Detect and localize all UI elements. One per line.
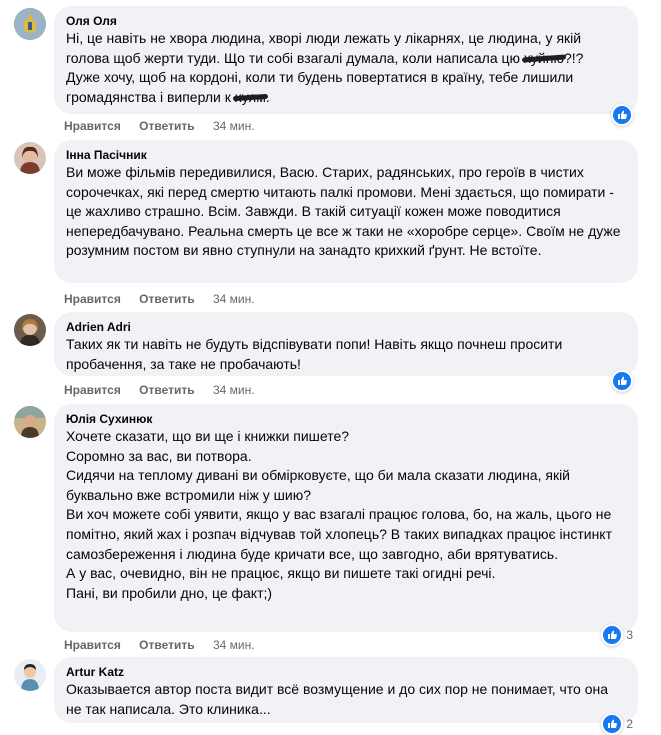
comment-author[interactable]: Adrien Adri	[66, 320, 626, 335]
comment-author[interactable]: Юлія Сухинюк	[66, 412, 626, 427]
comment-author[interactable]: Artur Katz	[66, 665, 626, 680]
like-reaction-icon	[611, 370, 633, 392]
comment-text: Ні, це навіть не хвора людина, хворі люд…	[66, 29, 626, 107]
redaction-scribble: хуям	[235, 88, 266, 108]
avatar[interactable]	[14, 142, 46, 174]
comment-author[interactable]: Інна Пасічник	[66, 148, 626, 163]
comment-bubble: Інна Пасічник Ви може фільмів передивили…	[54, 140, 638, 283]
reply-button[interactable]: Ответить	[139, 638, 194, 652]
redaction-scribble: хуйню	[524, 49, 564, 69]
like-reaction-icon	[601, 713, 624, 735]
comment-text: Таких як ти навіть не будуть відспівуват…	[66, 336, 563, 372]
reaction-summary[interactable]: 3	[601, 624, 633, 646]
comment-author[interactable]: Оля Оля	[66, 14, 626, 29]
comment-text: Ви може фільмів передивилися, Васю. Стар…	[66, 164, 621, 259]
comment-actions: Нравится Ответить 34 мин.	[64, 383, 270, 397]
avatar[interactable]	[14, 406, 46, 438]
avatar[interactable]	[14, 314, 46, 346]
reaction-summary[interactable]: 2	[601, 713, 633, 735]
reply-button[interactable]: Ответить	[139, 383, 194, 397]
like-button[interactable]: Нравится	[64, 292, 121, 306]
comment-text: Хочете сказати, що ви ще і книжки пишете…	[66, 428, 612, 601]
comment-timestamp[interactable]: 34 мин.	[213, 292, 255, 306]
comment-timestamp[interactable]: 34 мин.	[213, 383, 255, 397]
comment-actions: Нравится Ответить 34 мин.	[64, 638, 270, 652]
reaction-count: 2	[626, 717, 633, 731]
comment-bubble: Юлія Сухинюк Хочете сказати, що ви ще і …	[54, 404, 638, 632]
comment-bubble: Artur Katz Оказывается автор поста видит…	[54, 657, 638, 723]
reply-button[interactable]: Ответить	[139, 119, 194, 133]
comment-actions: Нравится Ответить 34 мин.	[64, 292, 270, 306]
like-reaction-icon	[601, 624, 624, 646]
avatar[interactable]	[14, 659, 46, 691]
comment-bubble: Adrien Adri Таких як ти навіть не будуть…	[54, 312, 638, 376]
comment-timestamp[interactable]: 34 мин.	[213, 119, 255, 133]
like-button[interactable]: Нравится	[64, 383, 121, 397]
reaction-summary[interactable]	[611, 104, 633, 126]
avatar[interactable]	[14, 8, 46, 40]
comment-actions: Нравится Ответить 34 мин.	[64, 119, 270, 133]
like-button[interactable]: Нравится	[64, 638, 121, 652]
like-button[interactable]: Нравится	[64, 119, 121, 133]
comment-timestamp[interactable]: 34 мин.	[213, 638, 255, 652]
like-reaction-icon	[611, 104, 633, 126]
reaction-summary[interactable]	[611, 370, 633, 392]
reply-button[interactable]: Ответить	[139, 292, 194, 306]
comment-bubble: Оля Оля Ні, це навіть не хвора людина, х…	[54, 6, 638, 114]
reaction-count: 3	[626, 628, 633, 642]
comment-text: Оказывается автор поста видит всё возмущ…	[66, 681, 609, 717]
